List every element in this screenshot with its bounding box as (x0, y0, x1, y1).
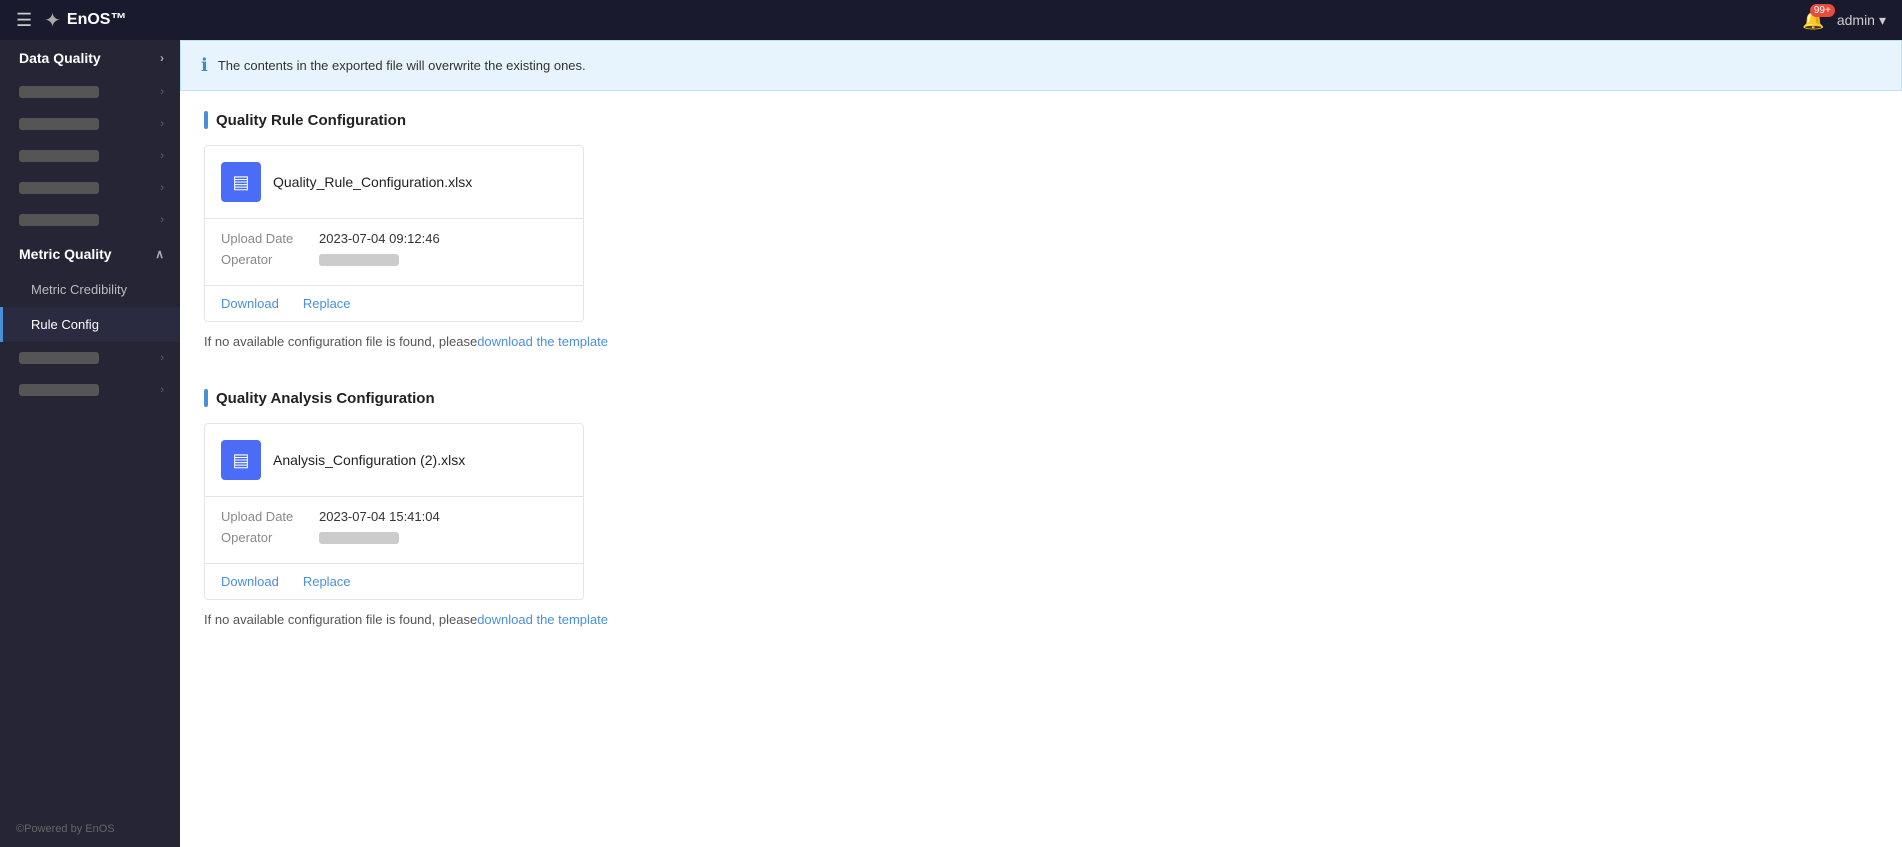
sidebar-item-data-quality[interactable]: Data Quality › (0, 40, 180, 76)
quality-rule-download-button[interactable]: Download (221, 296, 279, 311)
quality-analysis-operator-label: Operator (221, 530, 311, 545)
chevron-right-icon: › (160, 51, 164, 65)
sidebar-item-rule-config[interactable]: Rule Config (0, 307, 180, 342)
sidebar-item-1-chevron: › (160, 86, 164, 98)
logo: ✦ EnOS™ (44, 8, 126, 33)
quality-analysis-section-title: Quality Analysis Configuration (204, 389, 1878, 407)
quality-analysis-upload-date-value: 2023-07-04 15:41:04 (319, 509, 440, 524)
quality-rule-operator-row: Operator (221, 252, 567, 267)
sidebar-item-9-chevron: › (160, 384, 164, 396)
notif-badge: 99+ (1810, 4, 1835, 17)
quality-rule-file-header: ▤ Quality_Rule_Configuration.xlsx (205, 146, 583, 219)
quality-rule-section-title: Quality Rule Configuration (204, 111, 1878, 129)
quality-analysis-file-meta: Upload Date 2023-07-04 15:41:04 Operator (205, 497, 583, 564)
sidebar-item-2-label (19, 118, 99, 130)
quality-analysis-upload-date-row: Upload Date 2023-07-04 15:41:04 (221, 509, 567, 524)
metric-quality-label: Metric Quality (19, 246, 112, 262)
quality-rule-section: Quality Rule Configuration ▤ Quality_Rul… (180, 91, 1902, 369)
quality-analysis-operator-row: Operator (221, 530, 567, 545)
quality-rule-upload-date-row: Upload Date 2023-07-04 09:12:46 (221, 231, 567, 246)
quality-rule-title-text: Quality Rule Configuration (216, 112, 406, 129)
admin-dropdown[interactable]: admin ▾ (1837, 12, 1886, 29)
quality-analysis-operator-value (319, 532, 399, 544)
quality-analysis-no-config-prefix: If no available configuration file is fo… (204, 612, 477, 627)
sidebar-item-metric-quality[interactable]: Metric Quality ∧ (0, 236, 180, 272)
sidebar-footer-text: ©Powered by EnOS (16, 823, 115, 835)
notification-bell[interactable]: 🔔 99+ (1802, 10, 1824, 31)
quality-rule-no-config-prefix: If no available configuration file is fo… (204, 334, 477, 349)
sidebar-item-5-label (19, 214, 99, 226)
quality-rule-replace-button[interactable]: Replace (303, 296, 351, 311)
sidebar-item-configuration[interactable]: › (0, 172, 180, 204)
info-banner: ℹ The contents in the exported file will… (180, 40, 1902, 91)
sidebar-item-1-label (19, 86, 99, 98)
sidebar-item-8[interactable]: › (0, 342, 180, 374)
sidebar-item-2-chevron: › (160, 118, 164, 130)
sidebar-item-metric-credibility[interactable]: Metric Credibility (0, 272, 180, 307)
admin-label: admin (1837, 12, 1875, 28)
quality-rule-no-config-text: If no available configuration file is fo… (204, 334, 1878, 349)
quality-analysis-title-text: Quality Analysis Configuration (216, 390, 435, 407)
quality-rule-file-icon: ▤ (221, 162, 261, 202)
quality-rule-upload-date-value: 2023-07-04 09:12:46 (319, 231, 440, 246)
main-content: ℹ The contents in the exported file will… (180, 40, 1902, 847)
logo-icon: ✦ (44, 8, 61, 33)
rule-config-label: Rule Config (31, 317, 99, 332)
quality-analysis-file-icon: ▤ (221, 440, 261, 480)
quality-analysis-file-header: ▤ Analysis_Configuration (2).xlsx (205, 424, 583, 497)
info-banner-text: The contents in the exported file will o… (218, 58, 586, 73)
quality-analysis-upload-date-label: Upload Date (221, 509, 311, 524)
topbar: ☰ ✦ EnOS™ 🔔 99+ admin ▾ (0, 0, 1902, 40)
metric-credibility-label: Metric Credibility (31, 282, 127, 297)
quality-analysis-download-template-link[interactable]: download the template (477, 612, 608, 627)
quality-analysis-file-actions: Download Replace (205, 564, 583, 599)
info-icon: ℹ (201, 55, 208, 76)
sidebar-item-configuration-label (19, 182, 99, 194)
sidebar-footer: ©Powered by EnOS (0, 811, 180, 847)
quality-rule-file-card: ▤ Quality_Rule_Configuration.xlsx Upload… (204, 145, 584, 322)
quality-analysis-section: Quality Analysis Configuration ▤ Analysi… (180, 369, 1902, 647)
sidebar-section-label: Data Quality (19, 50, 101, 66)
sidebar-item-8-chevron: › (160, 352, 164, 364)
quality-analysis-file-name: Analysis_Configuration (2).xlsx (273, 452, 465, 468)
quality-analysis-no-config-text: If no available configuration file is fo… (204, 612, 1878, 627)
hamburger-icon[interactable]: ☰ (16, 10, 32, 31)
quality-rule-file-meta: Upload Date 2023-07-04 09:12:46 Operator (205, 219, 583, 286)
sidebar-item-1[interactable]: › (0, 76, 180, 108)
quality-rule-file-actions: Download Replace (205, 286, 583, 321)
sidebar-item-3-chevron: › (160, 150, 164, 162)
quality-analysis-replace-button[interactable]: Replace (303, 574, 351, 589)
topbar-left: ☰ ✦ EnOS™ (16, 8, 126, 33)
chevron-down-icon: ▾ (1879, 12, 1886, 29)
quality-rule-download-template-link[interactable]: download the template (477, 334, 608, 349)
quality-rule-operator-value (319, 254, 399, 266)
main-layout: Data Quality › › › › › (0, 40, 1902, 847)
sidebar-item-9[interactable]: › (0, 374, 180, 406)
sidebar-item-2[interactable]: › (0, 108, 180, 140)
sidebar-item-3-label (19, 150, 99, 162)
quality-rule-upload-date-label: Upload Date (221, 231, 311, 246)
sidebar-item-5-chevron: › (160, 214, 164, 226)
xlsx-icon-2: ▤ (232, 450, 249, 471)
sidebar-item-configuration-chevron: › (160, 182, 164, 194)
quality-rule-operator-label: Operator (221, 252, 311, 267)
sidebar: Data Quality › › › › › (0, 40, 180, 847)
sidebar-item-5[interactable]: › (0, 204, 180, 236)
quality-rule-file-name: Quality_Rule_Configuration.xlsx (273, 174, 472, 190)
sidebar-item-9-label (19, 384, 99, 396)
xlsx-icon: ▤ (232, 172, 249, 193)
quality-analysis-download-button[interactable]: Download (221, 574, 279, 589)
sidebar-item-3[interactable]: › (0, 140, 180, 172)
sidebar-item-8-label (19, 352, 99, 364)
topbar-right: 🔔 99+ admin ▾ (1802, 10, 1886, 31)
logo-text: EnOS™ (67, 11, 127, 29)
quality-analysis-file-card: ▤ Analysis_Configuration (2).xlsx Upload… (204, 423, 584, 600)
metric-quality-chevron: ∧ (155, 247, 164, 261)
